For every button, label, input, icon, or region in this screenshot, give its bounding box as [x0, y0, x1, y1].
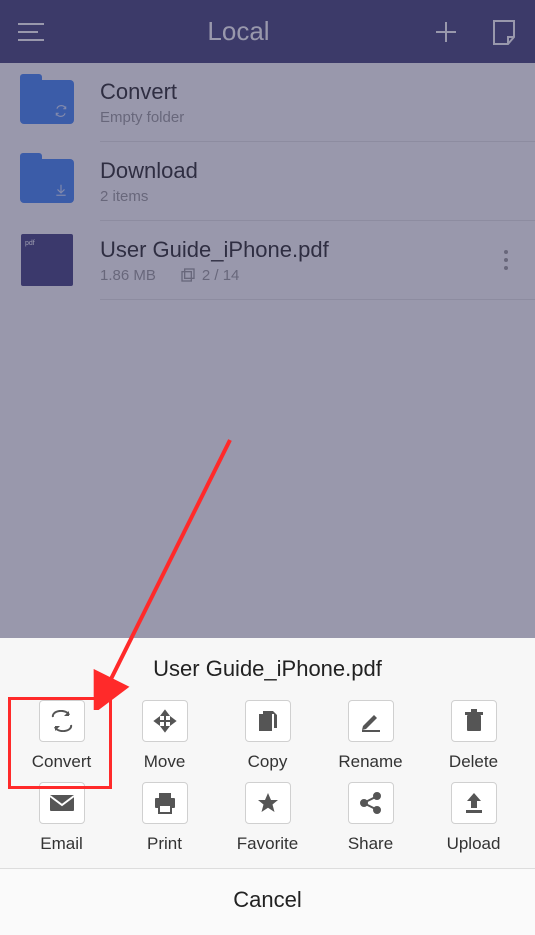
action-label: Move — [144, 752, 186, 772]
sync-icon — [54, 104, 68, 118]
list-item[interactable]: Download 2 items — [0, 142, 535, 220]
action-label: Share — [348, 834, 393, 854]
cancel-button[interactable]: Cancel — [0, 868, 535, 935]
copy-action[interactable]: Copy — [218, 700, 317, 772]
share-icon — [348, 782, 394, 824]
download-icon — [54, 183, 68, 197]
note-button[interactable] — [489, 17, 519, 47]
file-list: Convert Empty folder Download — [0, 63, 535, 300]
print-icon — [142, 782, 188, 824]
upload-action[interactable]: Upload — [424, 782, 523, 854]
item-size: 1.86 MB — [100, 267, 156, 284]
sheet-title: User Guide_iPhone.pdf — [0, 656, 535, 682]
action-label: Print — [147, 834, 182, 854]
print-action[interactable]: Print — [115, 782, 214, 854]
convert-icon — [39, 700, 85, 742]
item-name: User Guide_iPhone.pdf — [100, 237, 491, 263]
item-name: Download — [100, 158, 521, 184]
menu-icon — [18, 22, 44, 42]
list-item[interactable]: Convert Empty folder — [0, 63, 535, 141]
email-action[interactable]: Email — [12, 782, 111, 854]
action-label: Email — [40, 834, 83, 854]
item-subtitle: 2 items — [100, 188, 521, 205]
page-title: Local — [207, 16, 269, 47]
delete-action[interactable]: Delete — [424, 700, 523, 772]
pdf-icon: pdf — [20, 236, 74, 284]
move-action[interactable]: Move — [115, 700, 214, 772]
rename-action[interactable]: Rename — [321, 700, 420, 772]
trash-icon — [451, 700, 497, 742]
folder-icon — [20, 157, 74, 205]
item-name: Convert — [100, 79, 521, 105]
action-label: Upload — [447, 834, 501, 854]
folder-icon — [20, 78, 74, 126]
add-button[interactable] — [431, 17, 461, 47]
note-icon — [492, 19, 516, 45]
item-pages: 2 / 14 — [202, 267, 240, 284]
share-action[interactable]: Share — [321, 782, 420, 854]
item-subtitle: Empty folder — [100, 109, 521, 126]
action-sheet: User Guide_iPhone.pdf Convert — [0, 638, 535, 935]
more-button[interactable] — [491, 235, 521, 285]
pages-icon — [180, 267, 196, 283]
sheet-actions: Convert Move — [0, 700, 535, 868]
list-item[interactable]: pdf User Guide_iPhone.pdf 1.86 MB 2 / 14 — [0, 221, 535, 299]
convert-action[interactable]: Convert — [12, 700, 111, 772]
menu-button[interactable] — [16, 17, 46, 47]
action-label: Delete — [449, 752, 498, 772]
pencil-icon — [348, 700, 394, 742]
action-label: Convert — [32, 752, 92, 772]
action-label: Copy — [248, 752, 288, 772]
app-header: Local — [0, 0, 535, 63]
email-icon — [39, 782, 85, 824]
upload-icon — [451, 782, 497, 824]
copy-icon — [245, 700, 291, 742]
action-label: Favorite — [237, 834, 298, 854]
more-vertical-icon — [503, 249, 509, 271]
action-label: Rename — [338, 752, 402, 772]
plus-icon — [434, 20, 458, 44]
star-icon — [245, 782, 291, 824]
favorite-action[interactable]: Favorite — [218, 782, 317, 854]
move-icon — [142, 700, 188, 742]
